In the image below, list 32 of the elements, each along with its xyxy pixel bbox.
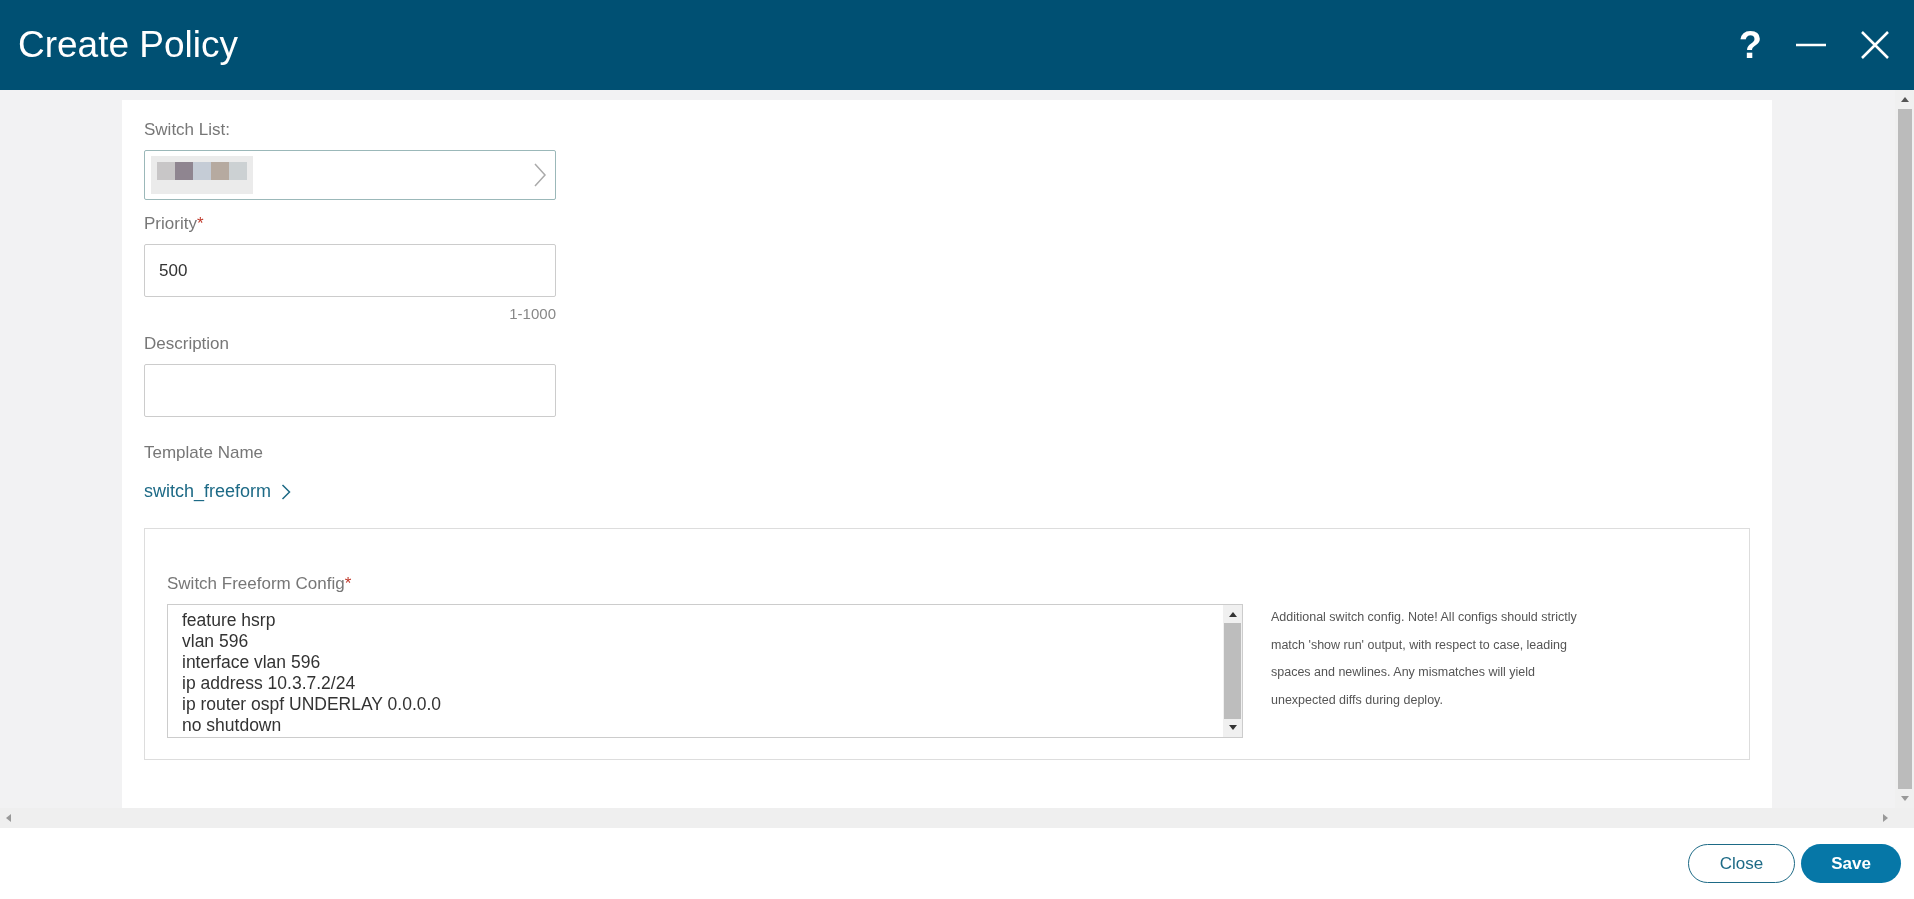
code-line: no shutdown — [182, 715, 283, 736]
range-hint: 1-1000 — [508, 305, 556, 322]
code-line: ip address 10.3.7.2/24 — [182, 673, 357, 694]
save-button[interactable]: Save — [1801, 844, 1901, 883]
close-button[interactable]: Close — [1688, 844, 1795, 883]
scroll-right-icon[interactable] — [1882, 813, 1890, 823]
horizontal-scrollbar[interactable] — [0, 808, 1914, 828]
field-label: Description — [144, 334, 231, 354]
close-icon[interactable] — [1860, 30, 1890, 60]
field-label: Template Name — [144, 443, 265, 463]
textarea-scrollbar[interactable] — [1223, 605, 1242, 737]
code-line: feature hsrp — [182, 610, 277, 631]
config-textarea[interactable]: feature hsrp vlan 596 interface vlan 596 ip address 10.3.7.2/24 ip router ospf UNDERLAY 0.0.0.0 no shutdown — [167, 604, 1243, 738]
input-field[interactable] — [144, 364, 556, 417]
scroll-left-icon[interactable] — [4, 813, 12, 823]
chevron-right-icon — [533, 162, 547, 188]
field-label: Switch Freeform Config* — [167, 574, 353, 594]
window-title: Create Policy — [18, 24, 239, 66]
chevron-right-icon — [281, 482, 292, 501]
code-line: vlan 596 — [182, 631, 250, 652]
scroll-down-icon[interactable] — [1227, 724, 1238, 732]
help-button[interactable]: ? — [1738, 26, 1762, 64]
input-field[interactable]: 500 — [144, 244, 556, 297]
scroll-up-icon[interactable] — [1227, 610, 1238, 618]
scroll-up-icon[interactable] — [1899, 95, 1910, 103]
code-line: interface vlan 596 — [182, 652, 322, 673]
template-link[interactable]: switch_freeform — [144, 481, 272, 502]
code-line: ip router ospf UNDERLAY 0.0.0.0 — [182, 694, 443, 715]
field-label: Switch List: — [144, 120, 231, 140]
switch-list-field[interactable] — [144, 150, 556, 200]
help-text: Additional switch config. Note! All configs should strictly match 'show run' output, with respect to case, leading spaces and newlines. Any mismatches will yield unexpected diffs during deploy. — [1271, 609, 1578, 709]
field-label: Priority* — [144, 214, 205, 234]
